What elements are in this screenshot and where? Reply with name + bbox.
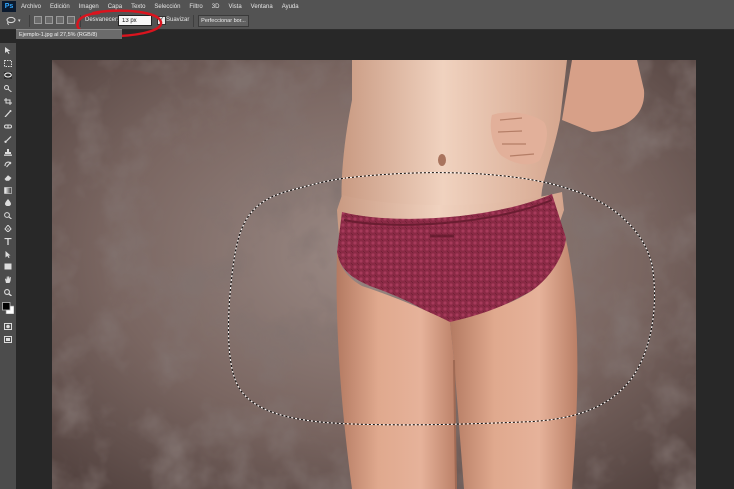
menu-texto[interactable]: Texto — [131, 4, 145, 10]
gradient-tool-icon[interactable] — [4, 187, 12, 194]
rectangle-tool-icon[interactable] — [4, 263, 12, 270]
photoshop-logo: Ps — [2, 1, 16, 12]
eyedropper-tool-icon[interactable] — [4, 110, 12, 117]
menu-ayuda[interactable]: Ayuda — [282, 4, 299, 10]
tools-panel — [0, 43, 17, 489]
brush-tool-icon[interactable] — [4, 136, 12, 143]
marquee-tool-icon[interactable] — [4, 60, 12, 67]
feather-input[interactable] — [118, 15, 152, 26]
divider — [29, 15, 30, 27]
clone-stamp-tool-icon[interactable] — [4, 149, 12, 156]
add-to-selection-icon[interactable] — [45, 16, 53, 24]
menu-edicion[interactable]: Edición — [50, 4, 70, 10]
divider — [193, 15, 194, 27]
antialias-checkbox[interactable]: ✓ — [157, 16, 166, 25]
screen-mode-tool-icon[interactable] — [4, 336, 12, 343]
dodge-tool-icon[interactable] — [4, 212, 12, 219]
options-bar: ▾ Desvanecer: ✓ Suavizar Perfeccionar bo… — [0, 13, 734, 30]
zoom-tool-icon[interactable] — [4, 289, 12, 296]
menu-seleccion[interactable]: Selección — [154, 4, 180, 10]
document-tab[interactable]: Ejemplo-1.jpg al 27,5% (RGB/8) — [16, 29, 122, 39]
move-tool-icon[interactable] — [4, 47, 12, 54]
menu-ventana[interactable]: Ventana — [251, 4, 273, 10]
menu-imagen[interactable]: Imagen — [79, 4, 99, 10]
quick-select-tool-icon[interactable] — [4, 85, 12, 92]
color-swatches-icon[interactable] — [2, 302, 14, 314]
blur-tool-icon[interactable] — [4, 199, 12, 206]
history-brush-tool-icon[interactable] — [4, 161, 12, 168]
menu-filtro[interactable]: Filtro — [189, 4, 202, 10]
pen-tool-icon[interactable] — [4, 225, 12, 232]
type-tool-icon[interactable] — [4, 238, 12, 245]
divider — [80, 15, 81, 27]
new-selection-icon[interactable] — [34, 16, 42, 24]
lasso-tool-icon[interactable] — [4, 72, 12, 79]
feather-label: Desvanecer: — [85, 17, 119, 23]
intersect-selection-icon[interactable] — [67, 16, 75, 24]
photo-canvas — [52, 60, 696, 489]
crop-tool-icon[interactable] — [4, 98, 12, 105]
tool-preset-arrow-icon[interactable]: ▾ — [18, 18, 21, 24]
antialias-label: Suavizar — [166, 17, 190, 23]
healing-brush-tool-icon[interactable] — [4, 123, 12, 130]
menu-3d[interactable]: 3D — [212, 4, 220, 10]
menu-archivo[interactable]: Archivo — [21, 4, 41, 10]
lasso-icon[interactable] — [6, 16, 16, 25]
eraser-tool-icon[interactable] — [4, 174, 12, 181]
hand-tool-icon[interactable] — [4, 276, 12, 283]
menu-bar: Ps Archivo Edición Imagen Capa Texto Sel… — [0, 0, 734, 14]
subtract-from-selection-icon[interactable] — [56, 16, 64, 24]
quick-mask-tool-icon[interactable] — [4, 323, 12, 330]
refine-edge-button[interactable]: Perfeccionar bor... — [198, 15, 249, 27]
path-select-tool-icon[interactable] — [4, 251, 12, 258]
menu-vista[interactable]: Vista — [228, 4, 241, 10]
menu-capa[interactable]: Capa — [108, 4, 122, 10]
